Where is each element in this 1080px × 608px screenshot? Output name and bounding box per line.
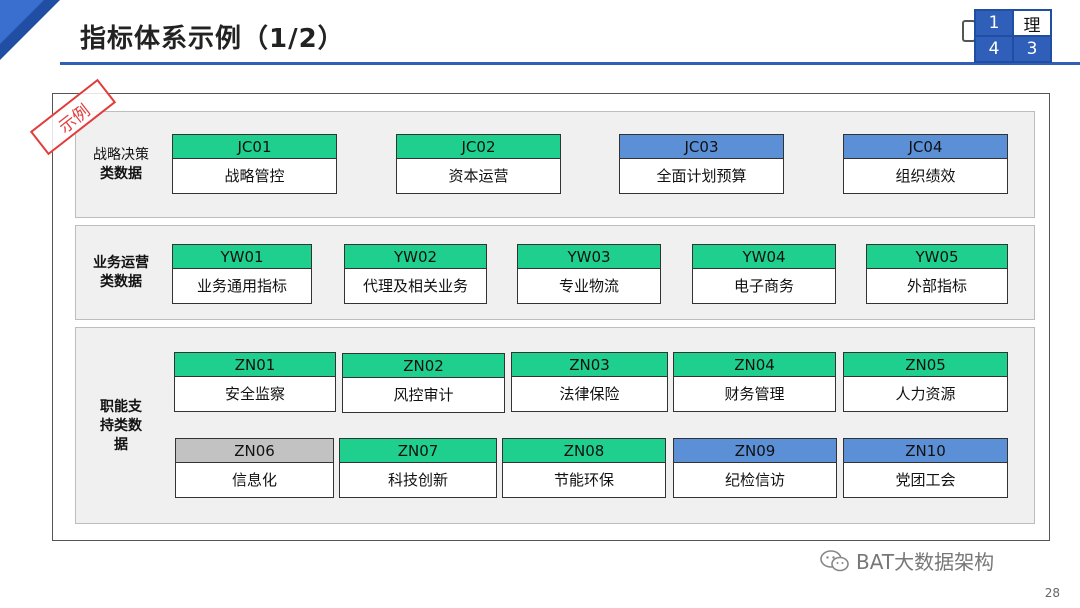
tile-yw03[interactable]: YW03 专业物流 — [517, 244, 661, 304]
logo-cell: 3 — [1013, 36, 1051, 62]
tile-code: JC04 — [844, 135, 1007, 159]
tile-code: JC02 — [397, 135, 560, 159]
tile-zn05[interactable]: ZN05 人力资源 — [843, 352, 1008, 412]
row-operations: 业务运营 类数据 YW01 业务通用指标 YW02 代理及相关业务 YW03 专… — [75, 225, 1035, 320]
tile-yw02[interactable]: YW02 代理及相关业务 — [344, 244, 487, 304]
tile-code: YW02 — [345, 245, 486, 269]
logo-cell: 1 — [975, 10, 1013, 36]
row-label-line: 类数据 — [100, 166, 142, 182]
tile-zn08[interactable]: ZN08 节能环保 — [502, 438, 666, 498]
tile-zn09[interactable]: ZN09 纪检信访 — [673, 438, 837, 498]
tile-name: 党团工会 — [895, 471, 956, 489]
tile-name: 组织绩效 — [895, 167, 956, 185]
tile-code: ZN02 — [343, 354, 504, 378]
tile-name: 信息化 — [231, 471, 277, 489]
tile-code: ZN08 — [503, 439, 665, 463]
tile-name: 科技创新 — [387, 471, 448, 489]
row-label: 业务运营 类数据 — [76, 254, 166, 292]
row-label-line: 类数据 — [100, 274, 142, 290]
tile-code: ZN05 — [844, 353, 1007, 377]
tile-jc03[interactable]: JC03 全面计划预算 — [619, 134, 784, 194]
tile-zn03[interactable]: ZN03 法律保险 — [511, 352, 668, 412]
tile-name: 专业物流 — [558, 277, 619, 295]
tile-yw04[interactable]: YW04 电子商务 — [692, 244, 836, 304]
tile-name: 电子商务 — [733, 277, 794, 295]
brand-text: BAT大数据架构 — [856, 550, 995, 574]
tile-code: YW04 — [693, 245, 835, 269]
tile-name: 纪检信访 — [724, 471, 785, 489]
tile-name: 人力资源 — [895, 385, 956, 403]
tile-code: ZN04 — [674, 353, 835, 377]
tile-code: JC01 — [173, 135, 336, 159]
tile-name: 法律保险 — [559, 385, 620, 403]
row-label-line: 据 — [114, 437, 128, 453]
tile-code: YW01 — [173, 245, 311, 269]
title-underline — [60, 62, 1080, 65]
row-label-line: 职能支 — [100, 399, 142, 415]
tile-jc02[interactable]: JC02 资本运营 — [396, 134, 561, 194]
tile-jc04[interactable]: JC04 组织绩效 — [843, 134, 1008, 194]
tile-zn06[interactable]: ZN06 信息化 — [175, 438, 334, 498]
tile-name: 财务管理 — [724, 385, 785, 403]
row-support: 职能支 持类数 据 ZN01 安全监察 ZN02 风控审计 ZN03 法律保险 … — [75, 327, 1035, 524]
row-label-line: 战略决策 — [93, 147, 149, 163]
tile-code: ZN01 — [175, 353, 335, 377]
tile-zn01[interactable]: ZN01 安全监察 — [174, 352, 336, 412]
brand-watermark: BAT大数据架构 — [820, 546, 994, 575]
logo-cell: 理 — [1013, 10, 1051, 36]
row-label: 职能支 持类数 据 — [76, 398, 166, 455]
tile-code: ZN09 — [674, 439, 836, 463]
row-label-line: 持类数 — [100, 418, 142, 434]
tile-name: 代理及相关业务 — [362, 277, 468, 295]
tile-code: ZN10 — [844, 439, 1007, 463]
tile-zn04[interactable]: ZN04 财务管理 — [673, 352, 836, 412]
tile-zn10[interactable]: ZN10 党团工会 — [843, 438, 1008, 498]
tile-name: 全面计划预算 — [656, 167, 747, 185]
row-label-line: 业务运营 — [93, 255, 149, 271]
tile-code: YW03 — [518, 245, 660, 269]
page-number: 28 — [1044, 586, 1060, 600]
tile-name: 安全监察 — [224, 385, 285, 403]
logo-cell: 4 — [975, 36, 1013, 62]
tile-code: YW05 — [867, 245, 1007, 269]
tile-zn07[interactable]: ZN07 科技创新 — [339, 438, 497, 498]
tile-code: ZN07 — [340, 439, 496, 463]
tile-yw05[interactable]: YW05 外部指标 — [866, 244, 1008, 304]
row-strategy: 战略决策 类数据 JC01 战略管控 JC02 资本运营 JC03 全面计划预算… — [75, 111, 1035, 218]
tile-name: 风控审计 — [393, 386, 454, 404]
tile-code: ZN06 — [176, 439, 333, 463]
tile-code: ZN03 — [512, 353, 667, 377]
tile-name: 业务通用指标 — [196, 277, 287, 295]
tile-yw01[interactable]: YW01 业务通用指标 — [172, 244, 312, 304]
row-label: 战略决策 类数据 — [76, 146, 166, 184]
page-title: 指标体系示例（1/2） — [80, 24, 345, 54]
tile-jc01[interactable]: JC01 战略管控 — [172, 134, 337, 194]
tile-name: 节能环保 — [553, 471, 614, 489]
logo-grid: 1 理 4 3 — [974, 9, 1052, 63]
tile-name: 外部指标 — [906, 277, 967, 295]
wechat-icon — [820, 549, 850, 572]
tile-name: 资本运营 — [448, 167, 509, 185]
corner-decoration-inner — [0, 0, 44, 44]
tile-code: JC03 — [620, 135, 783, 159]
tile-name: 战略管控 — [224, 167, 285, 185]
tile-zn02[interactable]: ZN02 风控审计 — [342, 353, 505, 413]
